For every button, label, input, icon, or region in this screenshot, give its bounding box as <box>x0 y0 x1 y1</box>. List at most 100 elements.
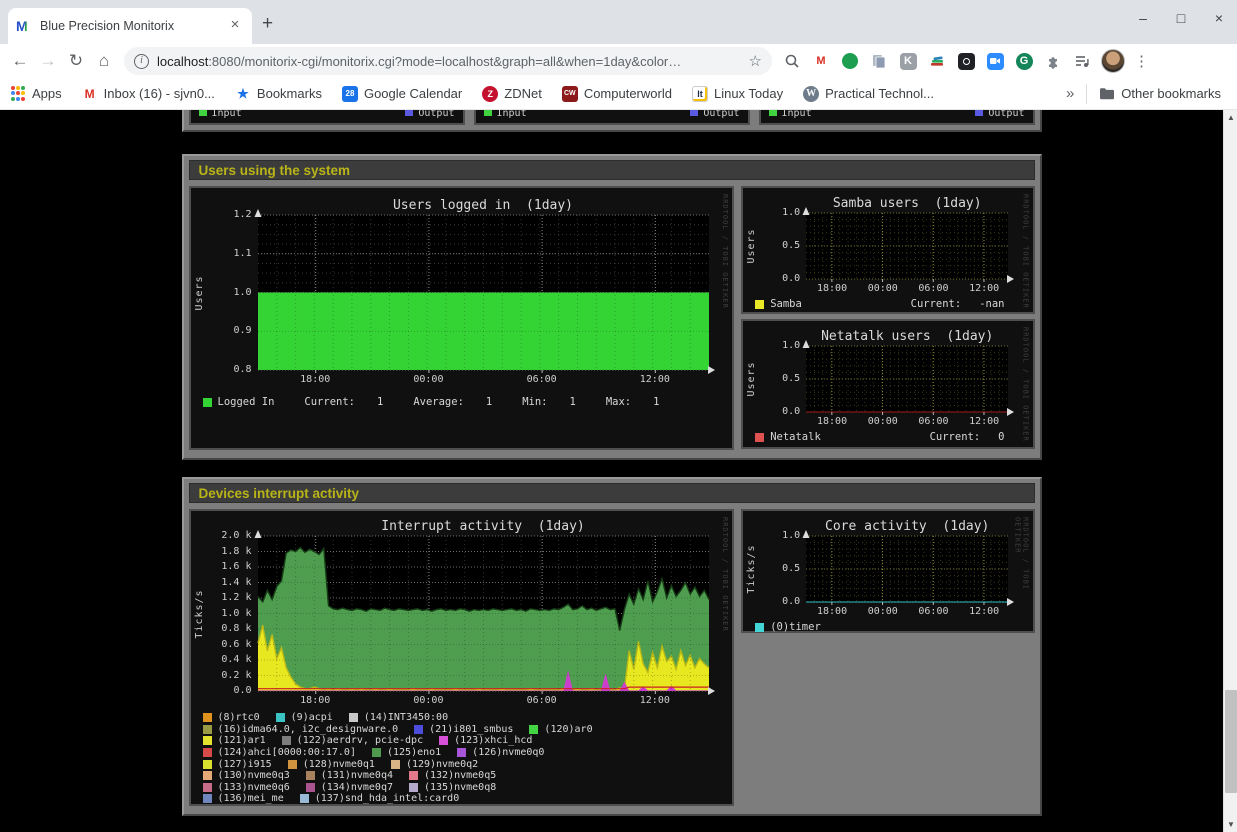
phone-extension-icon[interactable] <box>840 51 860 71</box>
grammarly-extension-icon[interactable]: G <box>1014 51 1034 71</box>
home-button[interactable]: ⌂ <box>90 51 118 71</box>
output-swatch <box>975 110 983 116</box>
scrollbar[interactable]: ▲ ▼ <box>1223 110 1237 832</box>
section-users: Users using the system Users logged in (… <box>182 154 1042 460</box>
bookmark-practical-technology[interactable]: W Practical Technol... <box>803 86 934 102</box>
legend-item: (124)ahci[0000:00:17.0] <box>203 747 356 758</box>
legend-swatch <box>349 713 358 722</box>
output-swatch <box>690 110 698 116</box>
netatalk-plot-area[interactable] <box>806 346 1008 412</box>
network-graph-panel[interactable]: Input Output <box>474 110 750 125</box>
y-tick-label: 0.2 k <box>200 670 252 681</box>
legend-item: (128)nvme0q1 <box>288 759 375 770</box>
bookmark-linux-today[interactable]: lt Linux Today <box>692 86 783 102</box>
interrupt-activity-chart[interactable]: Interrupt activity (1day)Ticks/s0.00.2 k… <box>191 511 733 711</box>
window-minimize-button[interactable]: – <box>1135 10 1151 26</box>
bookmark-google-calendar[interactable]: 28 Google Calendar <box>342 86 462 102</box>
books-extension-icon[interactable] <box>927 51 947 71</box>
legend-swatch <box>306 783 315 792</box>
legend-item: (132)nvme0q5 <box>409 770 496 781</box>
zoom-extension-icon[interactable] <box>985 51 1005 71</box>
x-tick-label: 12:00 <box>960 606 1008 617</box>
samba-users-chart[interactable]: Samba users (1day)Users0.00.51.018:0000:… <box>743 190 1032 294</box>
interrupt-plot-area[interactable] <box>258 536 709 691</box>
url-host: localhost <box>157 54 208 69</box>
x-tick-label: 06:00 <box>518 374 566 385</box>
page-info-icon[interactable]: i <box>134 54 149 69</box>
forward-button[interactable]: → <box>34 51 62 71</box>
search-extension-icon[interactable] <box>782 51 802 71</box>
wallet-extension-icon[interactable] <box>956 51 976 71</box>
legend-item: (9)acpi <box>276 712 333 723</box>
scrollbar-thumb[interactable] <box>1225 690 1237 793</box>
rrdtool-watermark: RRDTOOL / TOBI OETIKER <box>721 517 729 632</box>
playlist-extension-icon[interactable] <box>1072 51 1092 71</box>
new-tab-button[interactable]: + <box>262 14 273 34</box>
other-bookmarks[interactable]: Other bookmarks <box>1099 86 1221 102</box>
x-tick-label: 12:00 <box>960 283 1008 294</box>
legend-item: (133)nvme0q6 <box>203 782 290 793</box>
legend-swatch <box>391 760 400 769</box>
network-graph-panel[interactable]: Input Output <box>759 110 1035 125</box>
y-tick-label: 0.0 <box>748 596 800 607</box>
network-graph-panel[interactable]: Input Output <box>189 110 465 125</box>
core-activity-chart[interactable]: Core activity (1day)Ticks/s0.00.51.018:0… <box>743 511 1032 615</box>
bookmark-computerworld[interactable]: CW Computerworld <box>562 86 672 102</box>
bookmark-zdnet[interactable]: Z ZDNet <box>482 86 542 102</box>
legend-item: (127)i915 <box>203 759 272 770</box>
input-swatch <box>484 110 492 116</box>
y-tick-label: 0.5 <box>748 240 800 251</box>
core-plot-area[interactable] <box>806 536 1008 602</box>
gmail-extension-icon[interactable]: M <box>811 51 831 71</box>
calendar-icon: 28 <box>342 86 358 102</box>
legend-swatch <box>203 713 212 722</box>
users-logged-in-chart[interactable]: Users logged in (1day)Users0.80.91.01.11… <box>191 192 733 392</box>
bookmark-apps[interactable]: Apps <box>10 86 62 102</box>
bookmark-inbox[interactable]: M Inbox (16) - sjvn0... <box>82 86 215 102</box>
legend-swatch <box>276 713 285 722</box>
window-maximize-button[interactable]: □ <box>1173 10 1189 26</box>
legend-swatch <box>203 794 212 803</box>
window-close-button[interactable]: × <box>1211 10 1227 26</box>
bookmark-bookmarks[interactable]: ★ Bookmarks <box>235 86 322 102</box>
bookmark-label: Google Calendar <box>364 86 462 101</box>
netatalk-legend: Netatalk Current:0 <box>755 431 1032 443</box>
y-tick-label: 0.6 k <box>200 639 252 650</box>
netatalk-users-chart[interactable]: Netatalk users (1day)Users0.00.51.018:00… <box>743 323 1032 427</box>
users-plot-area[interactable] <box>258 215 709 370</box>
copy-pages-extension-icon[interactable] <box>869 51 889 71</box>
tab-close-icon[interactable]: × <box>226 17 244 35</box>
samba-plot-area[interactable] <box>806 213 1008 279</box>
legend-output: Output <box>690 110 739 119</box>
wordpress-icon: W <box>803 86 819 102</box>
x-tick-label: 06:00 <box>518 695 566 706</box>
section-interrupts: Devices interrupt activity Interrupt act… <box>182 477 1042 816</box>
browser-tab[interactable]: M Blue Precision Monitorix × <box>8 8 252 44</box>
legend-swatch <box>203 760 212 769</box>
bookmark-star-icon[interactable]: ☆ <box>749 52 762 70</box>
address-bar[interactable]: i localhost:8080/monitorix-cgi/monitorix… <box>124 47 772 75</box>
bookmarks-overflow-chevron[interactable]: » <box>1066 85 1074 102</box>
y-tick-label: 1.1 <box>200 248 252 259</box>
legend-swatch <box>203 771 212 780</box>
scrollbar-up-arrow[interactable]: ▲ <box>1224 110 1237 125</box>
url-text: localhost:8080/monitorix-cgi/monitorix.c… <box>157 54 743 69</box>
bookmark-label: Inbox (16) - sjvn0... <box>104 86 215 101</box>
reload-button[interactable]: ↻ <box>62 51 90 71</box>
extensions-puzzle-icon[interactable] <box>1043 51 1063 71</box>
legend-swatch <box>300 794 309 803</box>
menu-kebab-icon[interactable]: ⋮ <box>1134 52 1148 70</box>
k-extension-icon[interactable]: K <box>898 51 918 71</box>
back-button[interactable]: ← <box>6 51 34 71</box>
x-tick-label: 18:00 <box>291 374 339 385</box>
legend-swatch <box>755 300 764 309</box>
legend-input: Input <box>769 110 812 119</box>
legend-swatch <box>755 623 764 632</box>
profile-avatar[interactable] <box>1101 49 1125 73</box>
scrollbar-down-arrow[interactable]: ▼ <box>1224 817 1237 832</box>
core-activity-panel: Core activity (1day)Ticks/s0.00.51.018:0… <box>741 509 1034 633</box>
legend-output: Output <box>975 110 1024 119</box>
computerworld-icon: CW <box>562 86 578 102</box>
y-tick-label: 1.4 k <box>200 577 252 588</box>
legend-swatch <box>203 398 212 407</box>
